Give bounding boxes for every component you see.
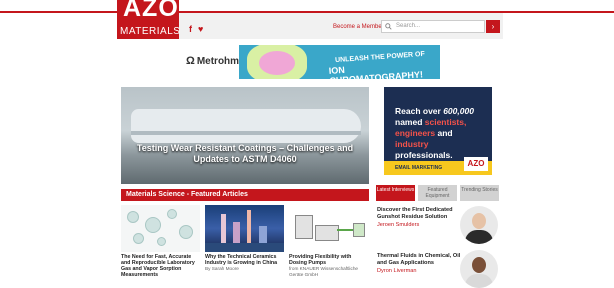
metrohm-omega-icon: Ω: [186, 55, 195, 67]
river-shape: [205, 243, 284, 252]
search-input[interactable]: Search...: [381, 20, 485, 33]
skyline-tower: [247, 210, 251, 244]
aircraft-window-band: [131, 131, 361, 135]
side-ad-part: Reach over: [395, 106, 444, 116]
bubble-shape: [179, 225, 193, 239]
bubble-shape: [157, 237, 166, 246]
skyline-tower: [233, 222, 240, 244]
bubble-shape: [167, 209, 177, 219]
pump-device: [353, 223, 365, 237]
pump-device: [295, 215, 313, 239]
interview-author[interactable]: Dyron Liverman: [377, 267, 461, 275]
article-thumbnail[interactable]: [121, 205, 200, 252]
interview-title[interactable]: Thermal Fluids in Chemical, Oil and Gas …: [377, 253, 461, 267]
logo-azo-text: AZO: [123, 0, 179, 22]
article-byline: By Sarah Moore: [205, 266, 239, 271]
bubble-shape: [127, 211, 139, 223]
side-ad-highlight: engineers: [395, 128, 436, 138]
aircraft-fuselage-image: [131, 109, 361, 143]
avatar[interactable]: [460, 206, 498, 244]
article-thumbnail[interactable]: [289, 205, 368, 252]
bubble-shape: [133, 233, 144, 244]
search-placeholder: Search...: [396, 23, 421, 29]
article-thumbnail[interactable]: [205, 205, 284, 252]
side-banner-ad[interactable]: Reach over 600,000 named scientists, eng…: [384, 87, 492, 175]
ad-cartoon-face: [259, 51, 295, 75]
skyline-tower: [259, 226, 267, 244]
side-ad-part: professionals.: [395, 150, 453, 160]
side-ad-logo: AZO: [464, 157, 488, 171]
tab-latest-interviews[interactable]: Latest Interviews: [376, 185, 415, 201]
side-ad-highlight: scientists,: [424, 117, 467, 127]
site-logo[interactable]: AZO MATERIALS: [117, 0, 181, 39]
interview-item[interactable]: Discover the First Dedicated Gunshot Res…: [377, 207, 461, 229]
interview-item[interactable]: Thermal Fluids in Chemical, Oil and Gas …: [377, 253, 461, 275]
facebook-icon[interactable]: f: [189, 24, 192, 34]
hero-caption: Testing Wear Resistant Coatings – Challe…: [136, 143, 354, 164]
featured-articles-heading: Materials Science - Featured Articles: [121, 189, 369, 201]
skyline-tower: [221, 214, 226, 244]
avatar-head: [472, 257, 486, 273]
avatar-torso: [465, 274, 493, 288]
side-ad-strip-label: EMAIL MARKETING: [395, 165, 443, 171]
avatar[interactable]: [460, 250, 498, 288]
avatar-head: [472, 213, 486, 229]
logo-materials-text: MATERIALS: [120, 26, 181, 37]
side-ad-text: Reach over 600,000 named scientists, eng…: [395, 106, 485, 161]
avatar-torso: [465, 230, 493, 244]
search-icon: [385, 23, 392, 30]
side-ad-count: 600,000: [443, 106, 474, 116]
twitter-icon[interactable]: ♥: [198, 24, 203, 34]
side-ad-part: named: [395, 117, 425, 127]
interview-author[interactable]: Jeroen Smulders: [377, 221, 461, 229]
become-member-link[interactable]: Become a Member: [333, 24, 384, 30]
interview-title[interactable]: Discover the First Dedicated Gunshot Res…: [377, 207, 461, 221]
metrohm-brand-text: Metrohm: [196, 56, 240, 67]
pump-device: [315, 225, 339, 241]
article-title[interactable]: The Need for Fast, Accurate and Reproduc…: [121, 254, 201, 278]
side-ad-part: and: [435, 128, 453, 138]
article-title[interactable]: Providing Flexibility with Dosing Pumps: [289, 254, 369, 266]
metrohm-ad-logo[interactable]: Ω Metrohm: [186, 55, 239, 67]
article-byline: from KNAUER Wissenschaftliche Geräte Gmb…: [289, 266, 359, 277]
bubble-shape: [145, 217, 161, 233]
search-button[interactable]: ›: [486, 20, 500, 33]
side-ad-highlight: industry: [395, 139, 429, 149]
hero-feature[interactable]: Testing Wear Resistant Coatings – Challe…: [121, 87, 369, 184]
featured-heading-text: Materials Science - Featured Articles: [126, 191, 248, 198]
tab-trending-stories[interactable]: Trending Stories: [460, 185, 499, 201]
top-banner-ad[interactable]: UNLEASH THE POWER OF ION CHROMATOGRAPHY!: [239, 45, 440, 79]
article-title[interactable]: Why the Technical Ceramics Industry is G…: [205, 254, 285, 266]
tab-featured-equipment[interactable]: Featured Equipment: [418, 185, 457, 201]
